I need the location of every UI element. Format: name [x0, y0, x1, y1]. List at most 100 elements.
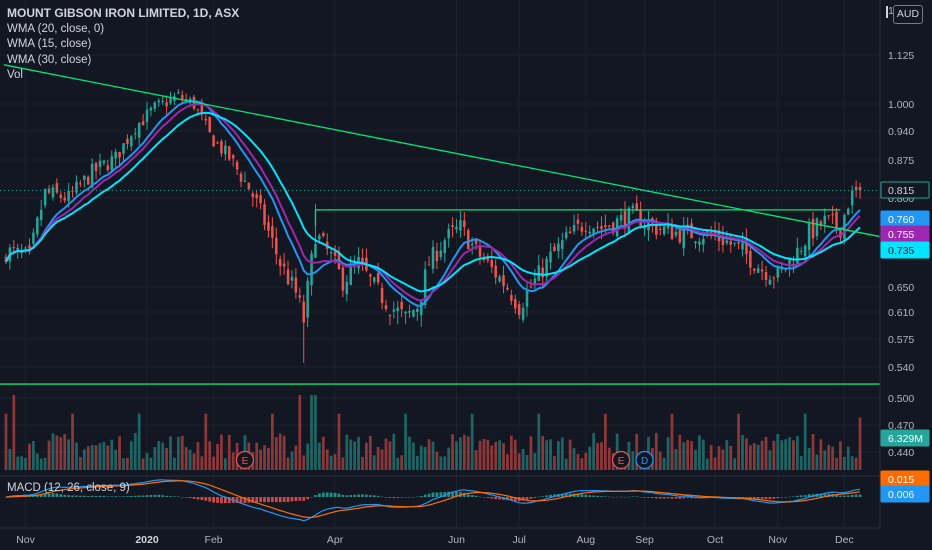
volume-bar [792, 440, 795, 470]
macd-histogram-bar [149, 494, 153, 497]
candle [133, 133, 137, 135]
candle [94, 162, 98, 171]
macd-histogram-bar [627, 496, 631, 498]
macd-histogram-bar [341, 494, 345, 497]
macd-histogram-bar [372, 495, 376, 497]
candle [725, 240, 729, 244]
volume-bar [157, 441, 161, 470]
macd-histogram-bar [220, 497, 223, 504]
candle [412, 310, 415, 317]
candle [490, 259, 494, 267]
macd-histogram-bar [321, 492, 325, 497]
macd-histogram-bar [760, 497, 764, 499]
volume-bar [451, 434, 454, 470]
candle [271, 226, 274, 238]
time-tick-label: 2020 [135, 534, 159, 546]
volume-bar [768, 450, 772, 470]
candle [392, 309, 396, 312]
candle [141, 121, 145, 126]
candle [314, 243, 317, 258]
candle [514, 299, 517, 309]
macd-histogram-bar [270, 497, 274, 502]
legend-wma20[interactable]: WMA (20, close, 0) [7, 22, 239, 38]
candle [733, 242, 736, 244]
volume-bar [196, 442, 200, 470]
candle [345, 281, 349, 295]
macd-histogram-bar [604, 496, 607, 497]
candle [376, 273, 380, 283]
candle [247, 182, 251, 190]
symbol-title[interactable]: MOUNT GIBSON IRON LIMITED, 1D, ASX [7, 6, 239, 22]
price-tick-label: 0.500 [888, 393, 914, 405]
macd-histogram-bar [165, 495, 168, 497]
volume-bar [733, 458, 737, 470]
macd-histogram-bar [525, 497, 529, 500]
currency-badge[interactable]: AUD [893, 5, 923, 24]
candles [4, 89, 862, 363]
macd-histogram-bar [79, 495, 82, 497]
volume-bar [325, 449, 329, 470]
candle [858, 187, 862, 191]
macd-histogram-bar [302, 497, 306, 501]
macd-histogram-bar [639, 497, 643, 498]
macd-histogram-bar [384, 497, 388, 498]
candle [51, 187, 55, 198]
volume-bar [35, 453, 39, 470]
volume-bar [208, 441, 212, 470]
volume-bar [55, 435, 59, 470]
volume-bar [717, 446, 721, 470]
candle [110, 156, 113, 171]
macd-histogram-bar [380, 496, 384, 498]
macd-histogram-bar [423, 494, 427, 497]
candle [427, 264, 431, 266]
macd-histogram-bar [208, 497, 212, 502]
macd-histogram-bar [470, 495, 474, 497]
volume-bar [384, 438, 388, 470]
candle [749, 250, 752, 268]
volume-bar [459, 437, 462, 470]
volume-bar [286, 457, 290, 470]
macd-histogram-bar [533, 497, 537, 498]
volume-bar [482, 439, 486, 470]
volume-bar [145, 453, 149, 470]
macd-histogram-bar [647, 497, 650, 498]
candle [631, 205, 635, 209]
volume-bar [380, 449, 384, 470]
volume-bar [564, 458, 568, 470]
candle [756, 268, 760, 273]
volume-bar [318, 442, 321, 470]
candle [224, 145, 227, 155]
volume-bar [43, 457, 47, 470]
legend-wma15[interactable]: WMA (15, close) [7, 37, 239, 53]
volume-bar [114, 449, 118, 470]
volume-bar [795, 436, 799, 470]
volume-bar [737, 413, 740, 470]
macd-histogram-bar [192, 497, 196, 499]
legend-wma30[interactable]: WMA (30, close) [7, 53, 239, 69]
macd-histogram-bar [635, 496, 639, 498]
macd-histogram-bar [314, 495, 317, 497]
candle [655, 225, 658, 235]
volume-bar [831, 446, 834, 470]
macd-histogram-bar [788, 496, 791, 498]
candle [521, 307, 525, 320]
macd-legend[interactable]: MACD (12, 26, close, 9) [7, 482, 130, 494]
candle [772, 277, 776, 279]
macd-histogram-bar [850, 494, 854, 497]
candle [463, 220, 466, 228]
candle [208, 116, 211, 132]
volume-bar [353, 441, 357, 470]
volume-bar [32, 440, 35, 470]
volume-bar [349, 439, 353, 470]
legend-volume[interactable]: Vol [7, 68, 239, 84]
candle [153, 102, 157, 109]
candle [32, 232, 35, 244]
macd-histogram-bar [784, 497, 787, 498]
macd-histogram-bar [298, 497, 302, 501]
volume-bar [329, 455, 333, 470]
volume-bar [701, 439, 705, 470]
macd-histogram-bar [651, 497, 654, 498]
candle [737, 241, 740, 244]
macd-histogram-bar [255, 497, 259, 503]
volume-bar [223, 458, 227, 470]
